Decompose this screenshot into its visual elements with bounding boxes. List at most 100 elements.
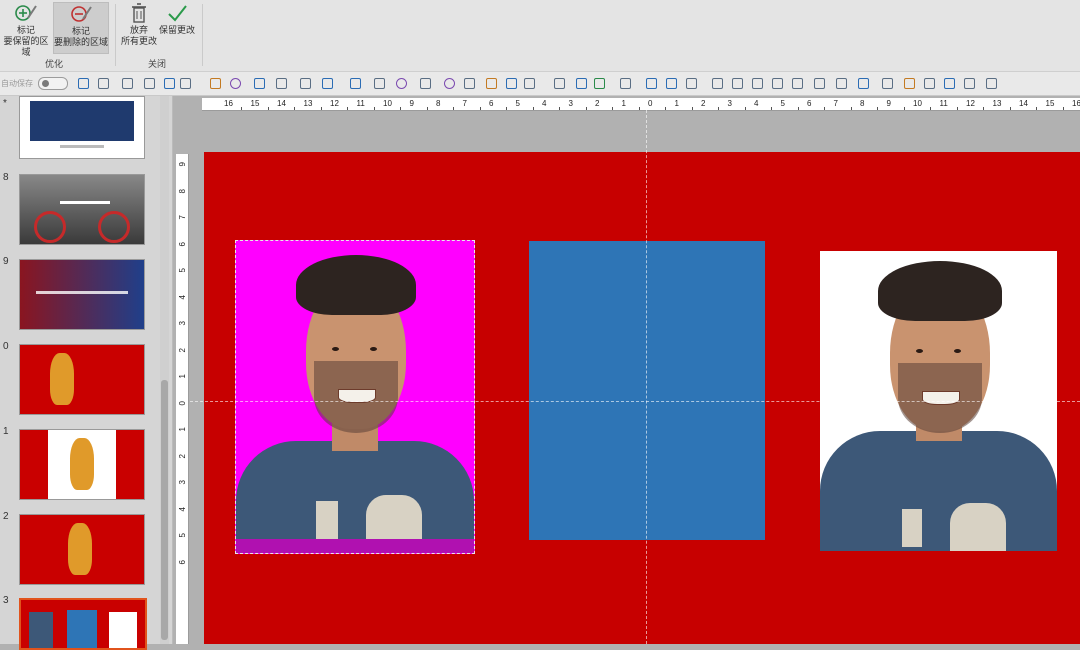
group-icon[interactable] bbox=[484, 76, 498, 90]
shape-fill-icon[interactable] bbox=[442, 76, 456, 90]
hair-shape bbox=[878, 261, 1002, 321]
format-painter-icon[interactable] bbox=[684, 76, 698, 90]
distribute-h-icon[interactable] bbox=[834, 76, 848, 90]
undo-icon[interactable] bbox=[96, 76, 110, 90]
crop-icon[interactable] bbox=[274, 76, 288, 90]
ruler-number: 12 bbox=[330, 99, 339, 108]
slide-thumbnail-8[interactable] bbox=[19, 174, 145, 245]
fill-color-icon[interactable] bbox=[348, 76, 362, 90]
thumbnail-number: 1 bbox=[3, 426, 9, 437]
discard-all-changes-button[interactable]: 放弃 所有更改 bbox=[120, 2, 158, 52]
ruler-number: 10 bbox=[383, 99, 392, 108]
thumbnail-number: 3 bbox=[3, 595, 9, 606]
ruler-number: 11 bbox=[939, 99, 948, 108]
table-icon[interactable] bbox=[504, 76, 518, 90]
present-icon[interactable] bbox=[142, 76, 156, 90]
slide-thumbnail-13-selected[interactable] bbox=[19, 598, 147, 650]
font-color-icon[interactable] bbox=[418, 76, 432, 90]
slide-thumbnail-10[interactable] bbox=[19, 344, 145, 415]
photo-magenta-background[interactable] bbox=[235, 240, 475, 554]
placeholder-icon[interactable] bbox=[298, 76, 312, 90]
right-eye-shape bbox=[370, 347, 377, 351]
horizontal-ruler[interactable]: 16 15 14 13 12 11 10 9 8 7 6 5 4 3 2 1 0 1 2 3 4 5 6 7 8 9 10 11 12 1… bbox=[202, 98, 1080, 111]
ruler-tick bbox=[691, 107, 693, 110]
ruler-number: 15 bbox=[1045, 99, 1055, 108]
magic-icon[interactable] bbox=[902, 76, 916, 90]
align-right-icon[interactable] bbox=[790, 76, 804, 90]
star-icon[interactable] bbox=[962, 76, 976, 90]
mini-blue-rect bbox=[67, 610, 97, 648]
ruler-tick bbox=[824, 107, 825, 110]
ruler-tick bbox=[426, 107, 428, 110]
align-middle-icon[interactable] bbox=[770, 76, 784, 90]
ruler-tick bbox=[1062, 107, 1064, 110]
horizontal-guide-line[interactable] bbox=[190, 401, 1080, 402]
ruler-number: 3 bbox=[178, 321, 187, 326]
ruler-number: 1 bbox=[178, 427, 187, 432]
shape-merge-icon[interactable] bbox=[522, 76, 536, 90]
vertical-guide-line[interactable] bbox=[646, 110, 647, 644]
outline-color-icon[interactable] bbox=[394, 76, 408, 90]
ruler-number: 7 bbox=[178, 215, 187, 220]
smile-shape bbox=[922, 391, 960, 405]
ruler-number: 10 bbox=[913, 99, 922, 108]
distribute-v-icon[interactable] bbox=[856, 76, 870, 90]
rotate-icon[interactable] bbox=[574, 76, 588, 90]
more-icon[interactable] bbox=[984, 76, 998, 90]
bring-forward-icon[interactable] bbox=[552, 76, 566, 90]
align-bottom-icon[interactable] bbox=[812, 76, 826, 90]
pencil-icon[interactable] bbox=[664, 76, 678, 90]
vertical-ruler[interactable]: 9 8 7 6 5 4 3 2 1 0 1 2 3 4 5 6 bbox=[176, 154, 189, 644]
ruler-number: 5 bbox=[780, 99, 785, 108]
ruler-tick bbox=[638, 107, 640, 110]
square-icon[interactable] bbox=[880, 76, 894, 90]
textbox-icon[interactable] bbox=[162, 76, 176, 90]
shirt-shape bbox=[236, 441, 474, 553]
trash-icon bbox=[132, 3, 146, 23]
save-icon[interactable] bbox=[76, 76, 90, 90]
crop-tool-icon[interactable] bbox=[942, 76, 956, 90]
ruler-number: 1 bbox=[674, 99, 679, 108]
mark-areas-to-remove-button[interactable]: 标记 要删除的区域 bbox=[53, 2, 109, 54]
picture-icon[interactable] bbox=[178, 76, 192, 90]
checkmark-icon bbox=[168, 5, 187, 22]
blue-rectangle[interactable] bbox=[529, 241, 765, 540]
shirt-print-shape bbox=[366, 495, 422, 545]
thumbnail-scrollbar-handle[interactable] bbox=[161, 380, 168, 640]
slide-canvas[interactable] bbox=[204, 152, 1080, 644]
slide-thumbnail-12[interactable] bbox=[19, 514, 145, 585]
thumbnail-marker: * bbox=[3, 98, 7, 109]
link-icon[interactable] bbox=[922, 76, 936, 90]
slide-thumbnail-9[interactable] bbox=[19, 259, 145, 330]
shirt-print-shape bbox=[316, 501, 338, 541]
align-left-icon[interactable] bbox=[710, 76, 724, 90]
mark-areas-to-keep-button[interactable]: 标记 要保留的区域 bbox=[0, 2, 52, 57]
keep-changes-button[interactable]: 保留更改 bbox=[158, 2, 196, 52]
ruler-number: 6 bbox=[807, 99, 812, 108]
redo-icon[interactable] bbox=[120, 76, 134, 90]
arrange-icon[interactable] bbox=[228, 76, 242, 90]
pen-icon[interactable] bbox=[644, 76, 658, 90]
thumbnail-scrollbar[interactable] bbox=[160, 96, 169, 644]
shapes-icon[interactable] bbox=[208, 76, 222, 90]
distribute-icon[interactable] bbox=[618, 76, 632, 90]
image-icon[interactable] bbox=[320, 76, 334, 90]
lasso-icon[interactable] bbox=[372, 76, 386, 90]
align-icon[interactable] bbox=[592, 76, 606, 90]
ruler-number: 4 bbox=[542, 99, 547, 108]
chart-icon[interactable] bbox=[252, 76, 266, 90]
eyedropper-icon[interactable] bbox=[462, 76, 476, 90]
ruler-tick bbox=[797, 107, 799, 110]
align-top-icon[interactable] bbox=[730, 76, 744, 90]
ruler-tick bbox=[771, 107, 772, 110]
align-center-icon[interactable] bbox=[750, 76, 764, 90]
slide-thumbnail-7[interactable] bbox=[19, 96, 145, 159]
ruler-number: 14 bbox=[1019, 99, 1028, 108]
minus-pencil-icon bbox=[71, 6, 92, 22]
slide-thumbnail-11[interactable] bbox=[19, 429, 145, 500]
ruler-tick bbox=[956, 107, 958, 110]
ruler-number: 16 bbox=[224, 99, 233, 108]
ruler-number: 3 bbox=[727, 99, 732, 108]
autosave-toggle[interactable] bbox=[38, 77, 68, 90]
thumbnail-number: 9 bbox=[3, 256, 9, 267]
